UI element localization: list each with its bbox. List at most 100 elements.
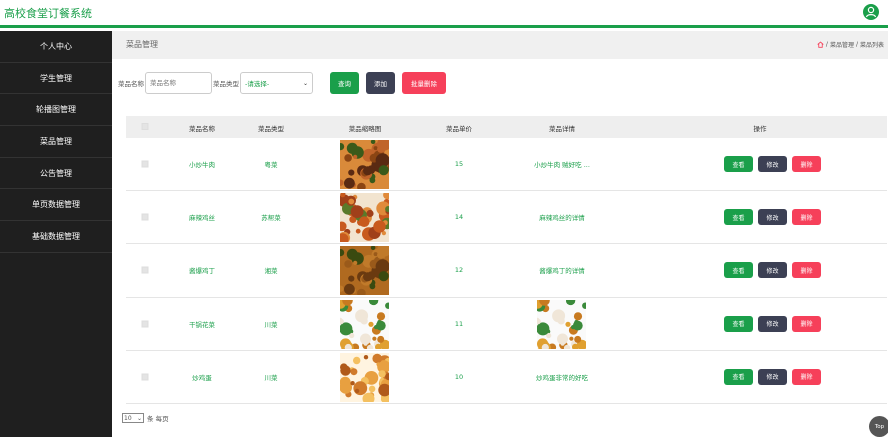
chevron-down-icon: ⌄ xyxy=(136,414,142,422)
breadcrumb: / 菜品管理 / 菜品列表 xyxy=(817,40,884,49)
sidebar-item-single-page[interactable]: 单页数据管理 xyxy=(0,189,112,222)
select-all-checkbox[interactable] xyxy=(141,123,149,130)
table-row: 干锅花菜 川菜 11 查看 修改 删除 xyxy=(126,294,887,354)
dish-type-cell: 粤菜 xyxy=(264,161,278,170)
user-avatar-icon[interactable] xyxy=(863,4,879,20)
dish-name-cell: 麻辣鸡丝 xyxy=(189,214,215,223)
page-size-value: 10 xyxy=(124,414,132,422)
page-size-suffix: 条 每页 xyxy=(147,415,169,423)
delete-button[interactable]: 删除 xyxy=(792,315,821,332)
page-size-select[interactable]: 10 ⌄ xyxy=(122,413,144,423)
row-actions: 查看 修改 删除 xyxy=(724,209,821,226)
row-actions: 查看 修改 删除 xyxy=(724,368,821,385)
dish-type-select[interactable]: -请选择- ⌄ xyxy=(240,72,313,94)
breadcrumb-separator: / xyxy=(825,41,828,48)
dish-price-cell: 14 xyxy=(454,213,464,222)
dish-price-cell: 10 xyxy=(454,372,464,381)
sidebar-item-students[interactable]: 学生管理 xyxy=(0,63,112,95)
delete-button[interactable]: 删除 xyxy=(792,368,821,385)
dish-detail-image xyxy=(532,294,589,354)
row-actions: 查看 修改 删除 xyxy=(724,315,821,332)
home-icon[interactable] xyxy=(817,41,824,48)
edit-button[interactable]: 修改 xyxy=(758,209,787,226)
dish-price-cell: 11 xyxy=(454,319,464,328)
dish-type-cell: 湘菜 xyxy=(264,267,278,276)
dish-type-value: -请选择- xyxy=(245,80,270,88)
dish-table: 菜品名称 菜品类型 菜品缩略图 菜品单价 菜品详情 操作 小炒牛肉 粤菜 15 小炒牛… xyxy=(126,116,887,405)
sidebar-item-base-data[interactable]: 基础数据管理 xyxy=(0,221,112,253)
search-bar: 菜品名称 菜品类型 -请选择- ⌄ 查询 添加 批量删除 xyxy=(118,71,446,95)
delete-button[interactable]: 删除 xyxy=(792,209,821,226)
main-content: 菜品管理 / 菜品管理 / 菜品列表 菜品名称 菜品类型 -请选择- ⌄ 查询 … xyxy=(112,31,888,437)
dish-type-cell: 苏帮菜 xyxy=(261,214,281,223)
top-header: 高校食堂订餐系统 xyxy=(0,0,888,28)
dish-detail-cell: 小炒牛肉 贼好吃 ... xyxy=(534,161,590,170)
dish-price-cell: 15 xyxy=(454,160,464,169)
table-header: 菜品名称 菜品类型 菜品缩略图 菜品单价 菜品详情 操作 xyxy=(126,116,887,138)
sidebar-item-dishes[interactable]: 菜品管理 xyxy=(0,126,112,158)
breadcrumb-item: 菜品列表 xyxy=(859,42,884,49)
edit-button[interactable]: 修改 xyxy=(758,368,787,385)
view-button[interactable]: 查看 xyxy=(724,209,753,226)
table-row: 小炒牛肉 粤菜 15 小炒牛肉 贼好吃 ... 查看 修改 删除 xyxy=(126,136,887,192)
dish-type-cell: 川菜 xyxy=(264,373,278,382)
page-title: 菜品管理 xyxy=(126,40,158,49)
delete-button[interactable]: 删除 xyxy=(792,262,821,279)
dish-name-input[interactable] xyxy=(145,72,212,94)
breadcrumb-separator: / xyxy=(855,41,858,48)
dish-type-cell: 川菜 xyxy=(264,320,278,329)
delete-button[interactable]: 删除 xyxy=(792,156,821,173)
row-actions: 查看 修改 删除 xyxy=(724,262,821,279)
dish-name-cell: 干锅花菜 xyxy=(189,320,215,329)
app-title: 高校食堂订餐系统 xyxy=(4,7,92,20)
sidebar: 个人中心 学生管理 轮播图管理 菜品管理 公告管理 单页数据管理 基础数据管理 xyxy=(0,31,112,437)
view-button[interactable]: 查看 xyxy=(724,156,753,173)
column-header: 菜品类型 xyxy=(258,125,284,133)
dish-thumbnail xyxy=(337,242,392,298)
dish-detail-cell: 麻辣鸡丝的详情 xyxy=(539,214,585,223)
table-row: 炒鸡蛋 川菜 10 炒鸡蛋非常的好吃 查看 修改 删除 xyxy=(126,351,887,405)
chevron-down-icon: ⌄ xyxy=(302,79,308,87)
sidebar-item-carousel[interactable]: 轮播图管理 xyxy=(0,94,112,127)
add-button[interactable]: 添加 xyxy=(366,72,395,94)
column-header: 操作 xyxy=(753,125,767,133)
table-row: 酱爆鸡丁 湘菜 12 酱爆鸡丁的详情 查看 修改 删除 xyxy=(126,242,887,298)
sidebar-item-profile[interactable]: 个人中心 xyxy=(0,31,112,63)
column-header: 菜品缩略图 xyxy=(348,125,382,133)
dish-thumbnail xyxy=(339,352,394,405)
back-to-top-button[interactable]: Top xyxy=(869,416,888,437)
edit-button[interactable]: 修改 xyxy=(758,156,787,173)
dish-thumbnail xyxy=(336,190,393,246)
title-bar: 菜品管理 / 菜品管理 / 菜品列表 xyxy=(112,31,888,59)
sidebar-item-notices[interactable]: 公告管理 xyxy=(0,158,112,190)
row-checkbox[interactable] xyxy=(141,160,149,168)
column-header: 菜品名称 xyxy=(189,125,215,133)
dish-name-cell: 炒鸡蛋 xyxy=(192,373,212,382)
dish-type-label: 菜品类型 xyxy=(213,80,239,88)
dish-price-cell: 12 xyxy=(454,266,464,275)
view-button[interactable]: 查看 xyxy=(724,315,753,332)
edit-button[interactable]: 修改 xyxy=(758,262,787,279)
edit-button[interactable]: 修改 xyxy=(758,315,787,332)
column-header: 菜品详情 xyxy=(549,125,575,133)
query-button[interactable]: 查询 xyxy=(330,72,359,94)
row-checkbox[interactable] xyxy=(141,373,149,381)
dish-name-label: 菜品名称 xyxy=(118,80,144,88)
row-checkbox[interactable] xyxy=(141,320,149,328)
dish-name-cell: 小炒牛肉 xyxy=(189,161,215,170)
column-header: 菜品单价 xyxy=(446,125,472,133)
batch-delete-button[interactable]: 批量删除 xyxy=(402,72,446,94)
row-checkbox[interactable] xyxy=(141,266,149,274)
dish-thumbnail xyxy=(337,136,392,192)
dish-thumbnail xyxy=(335,294,392,354)
view-button[interactable]: 查看 xyxy=(724,262,753,279)
row-actions: 查看 修改 删除 xyxy=(724,156,821,173)
view-button[interactable]: 查看 xyxy=(724,368,753,385)
table-row: 麻辣鸡丝 苏帮菜 14 麻辣鸡丝的详情 查看 修改 删除 xyxy=(126,190,887,246)
pagination: 10 ⌄ 条 每页 xyxy=(122,413,169,423)
row-checkbox[interactable] xyxy=(141,213,149,221)
dish-detail-cell: 酱爆鸡丁的详情 xyxy=(539,267,585,276)
dish-detail-cell: 炒鸡蛋非常的好吃 xyxy=(536,373,588,382)
breadcrumb-item[interactable]: 菜品管理 xyxy=(830,40,854,49)
dish-name-cell: 酱爆鸡丁 xyxy=(189,267,215,276)
